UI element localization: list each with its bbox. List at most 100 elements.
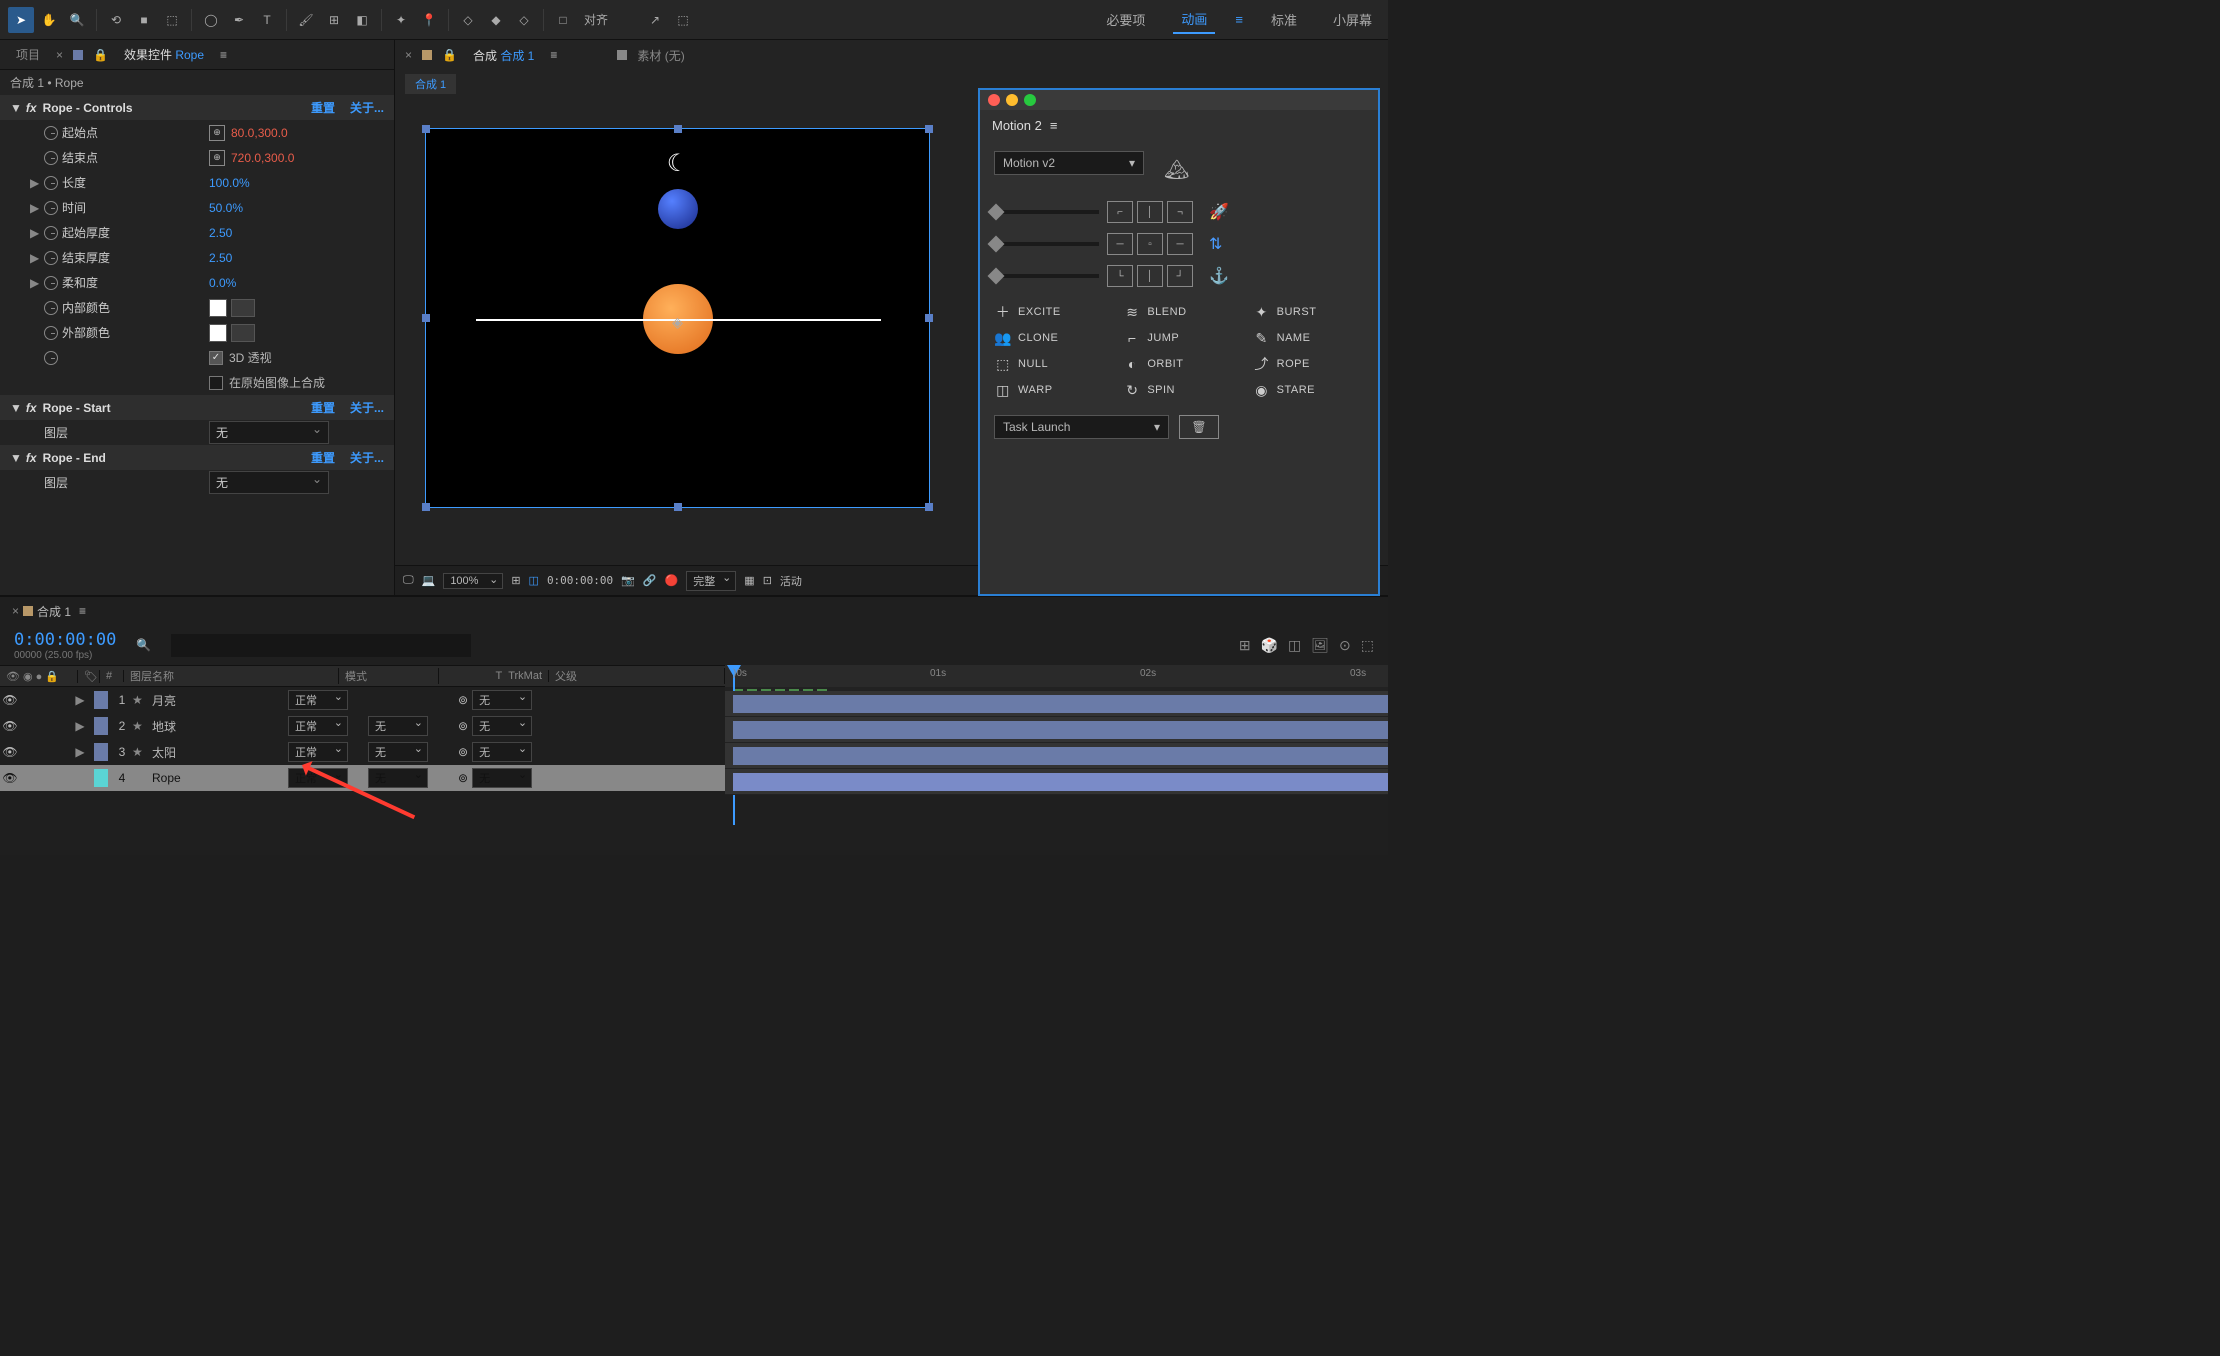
view-icon-2[interactable]: ⊡: [763, 574, 772, 587]
panel-menu-icon[interactable]: ≡: [79, 604, 86, 618]
anchor-tl[interactable]: ⌐: [1107, 201, 1133, 223]
about-link[interactable]: 关于...: [350, 449, 384, 466]
stopwatch-icon[interactable]: [44, 276, 58, 290]
timecode-display[interactable]: 0:00:00:00: [547, 574, 613, 587]
visibility-toggle[interactable]: 👁: [0, 693, 20, 707]
layer-color[interactable]: [94, 691, 108, 709]
start-point-value[interactable]: 80.0,300.0: [231, 126, 288, 140]
slider-2[interactable]: [994, 242, 1099, 246]
text-tool[interactable]: T: [254, 7, 280, 33]
ws-tab-standard[interactable]: 标准: [1263, 6, 1305, 33]
motion-action-blend[interactable]: ≋BLEND: [1123, 303, 1234, 321]
display-icon-2[interactable]: 💻: [422, 574, 436, 587]
ws-tab-small[interactable]: 小屏幕: [1325, 6, 1380, 33]
stopwatch-icon[interactable]: [44, 226, 58, 240]
trkmat-dropdown[interactable]: 无: [368, 716, 428, 736]
timeline-search-input[interactable]: [171, 634, 471, 657]
layer-color[interactable]: [94, 769, 108, 787]
stopwatch-icon[interactable]: [44, 326, 58, 340]
composition-tab[interactable]: 合成 合成 1: [467, 47, 540, 64]
zoom-tool[interactable]: 🔍: [64, 7, 90, 33]
tl-icon-5[interactable]: ⊙: [1339, 637, 1351, 654]
link-icon[interactable]: 🔗: [643, 574, 657, 587]
colors-icon[interactable]: 🔴: [665, 574, 679, 587]
tl-icon-3[interactable]: ◫: [1288, 637, 1301, 654]
3d-perspective-checkbox[interactable]: ✓: [209, 351, 223, 365]
motion-action-warp[interactable]: ◫WARP: [994, 381, 1105, 399]
view-label[interactable]: 活动: [780, 573, 802, 589]
parent-dropdown[interactable]: 无: [472, 690, 532, 710]
motion-action-jump[interactable]: ⌐JUMP: [1123, 329, 1234, 347]
arrows-icon[interactable]: ⇅: [1209, 234, 1222, 254]
lock-icon[interactable]: 🔒: [442, 48, 457, 62]
trkmat-dropdown[interactable]: 无: [368, 742, 428, 762]
panel-menu-icon[interactable]: ≡: [220, 48, 227, 62]
mode-dropdown[interactable]: 正常: [288, 690, 348, 710]
stopwatch-icon[interactable]: [44, 176, 58, 190]
layer-bar[interactable]: [733, 721, 1388, 739]
reset-button[interactable]: 重置: [311, 399, 335, 416]
pickwhip-icon[interactable]: ⊚: [458, 719, 468, 733]
inner-color-swatch[interactable]: [209, 299, 227, 317]
timeline-layer[interactable]: 👁 ▶ 3 ★ 太阳 正常 无 ⊚无: [0, 739, 725, 765]
layer-bar[interactable]: [733, 695, 1388, 713]
stopwatch-icon[interactable]: [44, 151, 58, 165]
eraser-tool[interactable]: ◧: [349, 7, 375, 33]
tl-icon-6[interactable]: ⬚: [1361, 637, 1374, 654]
effect-controls-tab[interactable]: 效果控件 Rope: [118, 46, 210, 63]
end-thickness-value[interactable]: 2.50: [209, 251, 232, 265]
region-tool[interactable]: ⬚: [159, 7, 185, 33]
motion-action-spin[interactable]: ↻SPIN: [1123, 381, 1234, 399]
crosshair-button[interactable]: ⊕: [209, 125, 225, 141]
roto-tool[interactable]: ✦: [388, 7, 414, 33]
visibility-toggle[interactable]: 👁: [0, 719, 20, 733]
misc-tool-1[interactable]: ◇: [455, 7, 481, 33]
hand-tool[interactable]: ✋: [36, 7, 62, 33]
anchor-tc[interactable]: │: [1137, 201, 1163, 223]
misc-tool-2[interactable]: ◆: [483, 7, 509, 33]
camera-icon[interactable]: 📷: [621, 574, 635, 587]
length-value[interactable]: 100.0%: [209, 176, 250, 190]
timeline-layer[interactable]: 👁 ▶ 4 ★ Rope 正常 无 ⊚无: [0, 765, 725, 791]
layer-bar[interactable]: [733, 747, 1388, 765]
start-thickness-value[interactable]: 2.50: [209, 226, 232, 240]
softness-value[interactable]: 0.0%: [209, 276, 236, 290]
composite-checkbox[interactable]: [209, 376, 223, 390]
slider-1[interactable]: [994, 210, 1099, 214]
maximize-button[interactable]: [1024, 94, 1036, 106]
misc-tool-4[interactable]: ↗: [642, 7, 668, 33]
panel-menu-icon[interactable]: ≡: [1050, 118, 1058, 133]
mountains-icon[interactable]: 🏔: [1164, 157, 1189, 182]
layer-dropdown[interactable]: 无: [209, 471, 329, 494]
camera-tool[interactable]: ■: [131, 7, 157, 33]
layer-bar[interactable]: [733, 773, 1388, 791]
pickwhip-icon[interactable]: ⊚: [458, 693, 468, 707]
stopwatch-icon[interactable]: [44, 201, 58, 215]
stopwatch-icon[interactable]: [44, 126, 58, 140]
motion-action-name[interactable]: ✎NAME: [1253, 329, 1364, 347]
snap-toggle[interactable]: □: [550, 7, 576, 33]
mask-icon[interactable]: ◫: [529, 574, 539, 587]
timeline-layer[interactable]: 👁 ▶ 2 ★ 地球 正常 无 ⊚无: [0, 713, 725, 739]
fx-header-rope-start[interactable]: ▼fx Rope - Start 重置 关于...: [0, 395, 394, 420]
eyedropper-button[interactable]: [231, 324, 255, 342]
visibility-toggle[interactable]: 👁: [0, 771, 20, 785]
motion-version-dropdown[interactable]: Motion v2▾: [994, 151, 1144, 175]
crosshair-button[interactable]: ⊕: [209, 150, 225, 166]
reset-button[interactable]: 重置: [311, 99, 335, 116]
timeline-layer[interactable]: 👁 ▶ 1 ★ 月亮 正常 ⊚无: [0, 687, 725, 713]
pickwhip-icon[interactable]: ⊚: [458, 745, 468, 759]
parent-dropdown[interactable]: 无: [472, 716, 532, 736]
task-launch-dropdown[interactable]: Task Launch▾: [994, 415, 1169, 439]
tl-icon-4[interactable]: 🖼: [1311, 637, 1329, 654]
panel-menu-icon[interactable]: ≡: [550, 48, 557, 62]
grid-icon[interactable]: ⊞: [511, 574, 520, 587]
mode-dropdown[interactable]: 正常: [288, 716, 348, 736]
timeline-tab[interactable]: 合成 1: [37, 603, 71, 620]
pickwhip-icon[interactable]: ⊚: [458, 771, 468, 785]
motion-action-burst[interactable]: ✦BURST: [1253, 303, 1364, 321]
slider-3[interactable]: [994, 274, 1099, 278]
about-link[interactable]: 关于...: [350, 399, 384, 416]
stopwatch-icon[interactable]: [44, 351, 58, 365]
view-icon[interactable]: ▦: [744, 574, 754, 587]
